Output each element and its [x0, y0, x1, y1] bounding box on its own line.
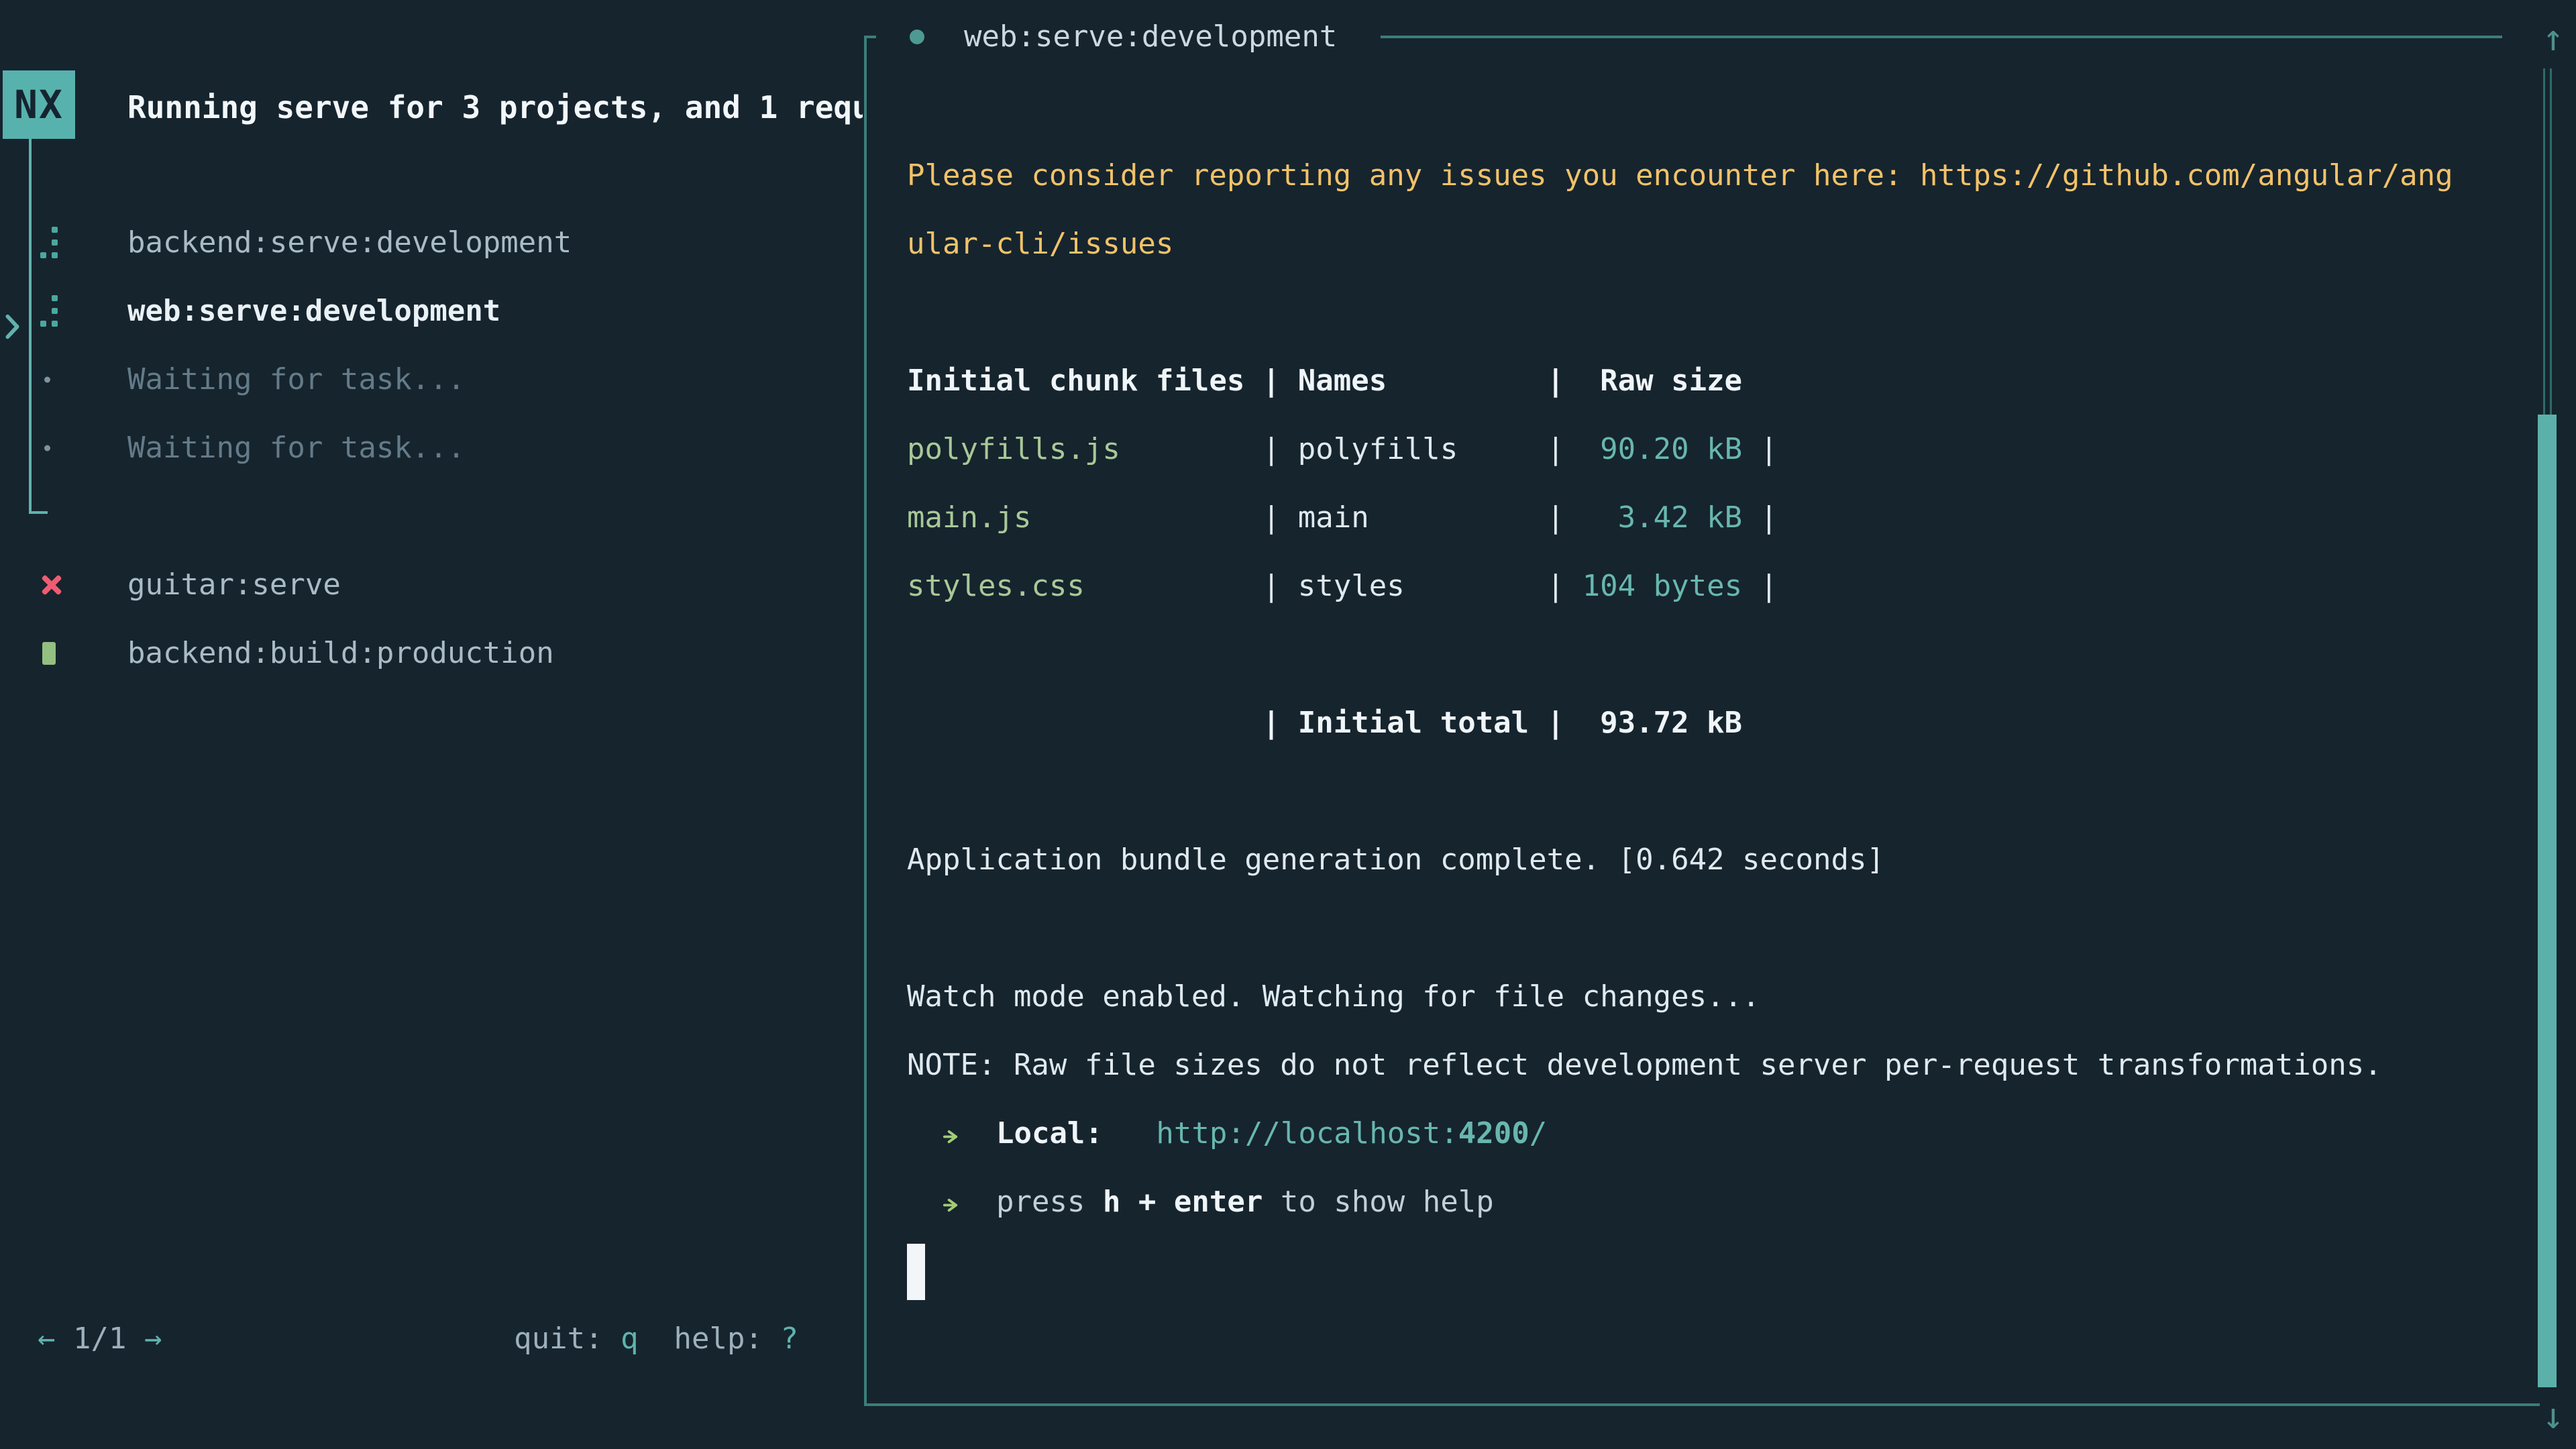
text-segment: ular-cli/issues	[907, 227, 1173, 261]
blank-line	[907, 621, 2504, 689]
text-segment: 104 bytes	[1582, 569, 1742, 603]
pager-position	[56, 1322, 74, 1356]
text-segment: Watch mode enabled. Watching for file ch…	[907, 979, 1760, 1014]
cursor-line	[907, 1236, 2504, 1305]
nx-logo: NX	[3, 70, 75, 139]
keyboard-hints: quit: q help: ?	[514, 1305, 798, 1373]
chunk-row-main: main.js | main | 3.42 kB |	[907, 484, 2504, 552]
task-label: web:serve:development	[127, 277, 500, 345]
local-url-line: Local: http://localhost:4200/	[907, 1099, 2504, 1168]
panel-title: web:serve:development	[964, 3, 1337, 70]
text-segment	[961, 1185, 996, 1219]
issue-report-notice-line-2: ular-cli/issues	[907, 210, 2504, 278]
error-cross-icon	[40, 574, 63, 596]
text-segment: Application bundle generation complete. …	[907, 843, 1884, 877]
blank-line	[907, 894, 2504, 963]
task-label: guitar:serve	[127, 551, 341, 619]
text-segment: |	[1742, 500, 1778, 535]
task-list-active: backend:serve:developmentweb:serve:devel…	[0, 209, 863, 482]
chunk-row-polyfills: polyfills.js | polyfills | 90.20 kB |	[907, 415, 2504, 484]
text-segment: to show help	[1263, 1185, 1493, 1219]
issue-report-notice-line-1: Please consider reporting any issues you…	[907, 142, 2504, 210]
text-segment	[961, 1116, 996, 1150]
task-row-backend-serve-development[interactable]: backend:serve:development	[0, 209, 863, 277]
text-segment	[907, 1185, 943, 1219]
text-segment: | styles |	[1244, 569, 1582, 603]
spinner-icon	[40, 227, 59, 259]
pager-spacer	[126, 1322, 144, 1356]
text-segment: |	[1742, 569, 1778, 603]
blank-line	[907, 278, 2504, 347]
text-segment: polyfills.js	[907, 432, 1244, 466]
scrollbar-thumb[interactable]	[2538, 415, 2557, 1387]
waiting-dot-icon	[40, 445, 50, 451]
text-segment: | polyfills |	[1244, 432, 1582, 466]
local-url-slash[interactable]: /	[1529, 1116, 1548, 1150]
text-segment: |	[1742, 432, 1778, 466]
scroll-up-icon[interactable]: ↑	[2534, 15, 2572, 62]
bundle-complete-line: Application bundle generation complete. …	[907, 826, 2504, 894]
task-label: Waiting for task...	[127, 345, 465, 414]
hint-space	[603, 1322, 621, 1356]
panel-border-top-stub	[864, 36, 876, 38]
local-url-port[interactable]: 4200	[1458, 1116, 1529, 1150]
app-title: Running serve for 3 projects, and 1 requ	[127, 74, 863, 141]
blank-line	[907, 757, 2504, 826]
arrow-right-icon	[943, 1101, 961, 1169]
text-cursor	[907, 1244, 925, 1300]
help-hint-label: help:	[674, 1322, 763, 1356]
help-hint-line: press h + enter to show help	[907, 1168, 2504, 1236]
help-hint-key: ?	[781, 1322, 799, 1356]
text-segment: press	[996, 1185, 1103, 1219]
task-label: Waiting for task...	[127, 414, 465, 482]
chunk-row-styles: styles.css | styles | 104 bytes |	[907, 552, 2504, 621]
local-url-host[interactable]: http://localhost:	[1156, 1116, 1458, 1150]
text-segment: Please consider reporting any issues you…	[907, 158, 2453, 193]
text-segment	[907, 1116, 943, 1150]
spinner-icon	[40, 295, 59, 327]
selection-caret-icon	[1, 297, 23, 325]
pager-prev-icon[interactable]: ←	[38, 1322, 56, 1356]
hint-space	[763, 1322, 781, 1356]
scroll-down-icon[interactable]: ↓	[2534, 1393, 2572, 1440]
text-segment: | main |	[1244, 500, 1582, 535]
task-tree-corner	[29, 511, 48, 514]
panel-border-bottom	[864, 1403, 2540, 1406]
text-segment: Local:	[996, 1116, 1103, 1150]
task-row-guitar-serve[interactable]: guitar:serve	[0, 551, 863, 619]
pager-next-icon[interactable]: →	[144, 1322, 162, 1356]
text-segment: 3.42 kB	[1582, 500, 1742, 535]
text-segment: styles.css	[907, 569, 1244, 603]
panel-border-top	[1381, 36, 2502, 38]
task-label: backend:build:production	[127, 619, 554, 688]
task-label: backend:serve:development	[127, 209, 572, 277]
note-line: NOTE: Raw file sizes do not reflect deve…	[907, 1031, 2504, 1099]
initial-total-row: | Initial total | 93.72 kB	[907, 689, 2504, 757]
success-square-icon	[40, 642, 56, 665]
task-row-backend-build-production[interactable]: backend:build:production	[0, 619, 863, 688]
task-output: Please consider reporting any issues you…	[907, 142, 2504, 1305]
task-row-waiting-for-task[interactable]: Waiting for task...	[0, 414, 863, 482]
text-segment: Initial chunk files | Names | Raw size	[907, 364, 1742, 398]
quit-hint-label: quit:	[514, 1322, 602, 1356]
text-segment: main.js	[907, 500, 1244, 535]
waiting-dot-icon	[40, 377, 50, 383]
chunk-table-header: Initial chunk files | Names | Raw size	[907, 347, 2504, 415]
arrow-right-icon	[943, 1169, 961, 1238]
text-segment	[1103, 1116, 1156, 1150]
hint-space	[639, 1322, 674, 1356]
pager-current: 1/1	[73, 1322, 126, 1356]
task-row-waiting-for-task[interactable]: Waiting for task...	[0, 345, 863, 414]
text-segment: h + enter	[1103, 1185, 1263, 1219]
task-row-web-serve-development[interactable]: web:serve:development	[0, 277, 863, 345]
text-segment: 90.20 kB	[1582, 432, 1742, 466]
panel-border-left	[864, 36, 867, 1406]
watch-mode-line: Watch mode enabled. Watching for file ch…	[907, 963, 2504, 1031]
text-segment: | Initial total | 93.72 kB	[907, 706, 1742, 740]
text-segment: NOTE: Raw file sizes do not reflect deve…	[907, 1048, 2382, 1082]
pager[interactable]: ← 1/1 →	[38, 1305, 162, 1373]
task-list-finished: guitar:servebackend:build:production	[0, 551, 863, 688]
quit-hint-key: q	[621, 1322, 639, 1356]
running-status-dot-icon	[910, 30, 924, 44]
